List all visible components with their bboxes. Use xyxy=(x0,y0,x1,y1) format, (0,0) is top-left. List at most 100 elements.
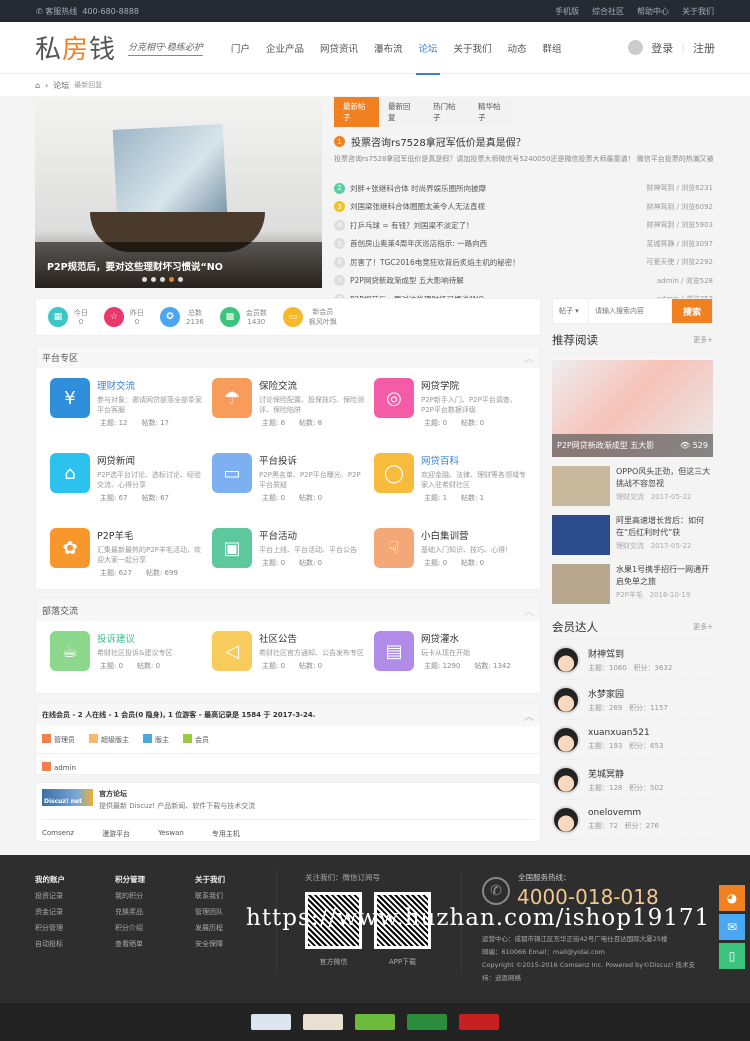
forum-name[interactable]: 社区公告 xyxy=(259,631,364,645)
avatar[interactable] xyxy=(552,645,580,674)
forum-item[interactable]: ¥ 理财交流 参与对象：邀请网贷部落全部条家平台客服 主题: 12 帖数: 17 xyxy=(50,378,212,453)
article-thumbnail[interactable] xyxy=(552,564,610,604)
slider-dot-active[interactable] xyxy=(169,277,174,282)
mobile-icon[interactable]: ▯ xyxy=(719,943,745,969)
footer-link[interactable]: 管理团队 xyxy=(195,904,225,920)
money-hand-icon[interactable]: ¥ xyxy=(50,378,90,418)
post-title[interactable]: P2P网贷新政渐成型 五大影响待解 xyxy=(350,275,464,286)
chat-icon[interactable]: ▭ xyxy=(212,453,252,493)
nav-feed[interactable]: 动态 xyxy=(508,21,527,75)
sheep-icon[interactable]: ✿ xyxy=(50,528,90,568)
speaker-icon[interactable]: ◁ xyxy=(212,631,252,671)
post-row[interactable]: 4 打乒乓球 = 有钱？刘国梁不淡定了！ 财神驾到 / 浏览5903 xyxy=(334,216,713,235)
umbrella-icon[interactable]: ☂ xyxy=(212,378,252,418)
security-badge-icon[interactable] xyxy=(355,1014,395,1030)
slider-dot[interactable] xyxy=(160,277,165,282)
nav-products[interactable]: 企业产品 xyxy=(266,21,304,75)
online-user[interactable]: admin xyxy=(42,762,76,772)
touch-icon[interactable]: ☟ xyxy=(374,528,414,568)
nav-waterfall[interactable]: 瀑布流 xyxy=(374,21,403,75)
link-community[interactable]: 综合社区 xyxy=(592,6,624,17)
footer-link[interactable]: 发展历程 xyxy=(195,920,225,936)
industry-badge-icon[interactable] xyxy=(407,1014,447,1030)
forum-item[interactable]: ☟ 小白集训营 基础入门知识、技巧、心得！ 主题: 0 帖数: 0 xyxy=(374,528,536,603)
forum-item[interactable]: ▤ 网贷灌水 玩卡从现在开始 主题: 1290 帖数: 1342 xyxy=(374,631,536,706)
nav-groups[interactable]: 群组 xyxy=(543,21,562,75)
tab-new-posts[interactable]: 最新帖子 xyxy=(334,97,379,127)
forum-item[interactable]: ◁ 社区公告 希财社区官方通知、公告发布专区 主题: 0 帖数: 0 xyxy=(212,631,374,706)
member-item[interactable]: 芜城冥静 主题：128 积分：502 xyxy=(552,760,713,800)
nav-about[interactable]: 关于我们 xyxy=(454,21,492,75)
link-item[interactable]: Comsenz xyxy=(42,829,74,839)
search-type-select[interactable]: 帖子 ▾ xyxy=(553,299,589,323)
forum-name[interactable]: 保险交流 xyxy=(259,378,364,392)
article-item[interactable]: 阿里高速增长背后：如何在“后红利时代”获 理财交流 2017-05-22 xyxy=(552,515,713,555)
article-title[interactable]: 水果1号携手招行一网通开启免单之旅 xyxy=(616,564,713,588)
collapse-icon[interactable]: ︿ xyxy=(524,350,534,365)
footer-link[interactable]: 安全保障 xyxy=(195,936,225,952)
coffee-icon[interactable]: ☕ xyxy=(50,631,90,671)
featured-article[interactable]: P2P网贷新政渐成型 五大影 👁 529 xyxy=(552,360,713,457)
tab-hot-posts[interactable]: 热门帖子 xyxy=(424,97,469,127)
finance-badge-icon[interactable] xyxy=(459,1014,499,1030)
recommend-more-link[interactable]: 更多+ xyxy=(693,335,713,345)
link-mobile[interactable]: 手机版 xyxy=(555,6,579,17)
forum-item[interactable]: ◯ 网贷百科 欢迎金融、法律、理财等各领域专家入驻希财社区 主题: 1 帖数: 1 xyxy=(374,453,536,528)
top-post-title[interactable]: 投票咨询rs7528拿冠军低价是真是假？ xyxy=(351,134,526,149)
post-title[interactable]: 刘国梁张继科合体圈圈太美令人无法直视 xyxy=(350,201,485,212)
footer-link[interactable]: 投资记录 xyxy=(35,888,65,904)
member-name[interactable]: 水梦家园 xyxy=(588,687,668,700)
nav-forum[interactable]: 论坛 xyxy=(416,21,440,75)
register-link[interactable]: 注册 xyxy=(693,40,715,56)
post-title[interactable]: 打乒乓球 = 有钱？刘国梁不淡定了！ xyxy=(350,220,474,231)
footer-link[interactable]: 自动投标 xyxy=(35,936,65,952)
qq-icon[interactable]: ◕ xyxy=(719,885,745,911)
forum-name[interactable]: 小白集训营 xyxy=(421,528,526,542)
avatar[interactable] xyxy=(552,725,580,754)
member-item[interactable]: 水梦家园 主题：269 积分：1157 xyxy=(552,680,713,720)
member-item[interactable]: onelovemm 主题：72 积分：276 xyxy=(552,800,713,840)
post-title[interactable]: 厉害了！TGC2016电竞狂欢背后炙焰主机的秘密！ xyxy=(350,257,520,268)
article-item[interactable]: OPPO风头正劲，但这三大挑战不容忽视 理财交流 2017-05-22 xyxy=(552,466,713,506)
post-title[interactable]: 刘胖+张继科合体 时尚界娱乐圈所向披靡 xyxy=(350,183,486,194)
home-icon[interactable]: ⌂ xyxy=(35,81,40,90)
footer-link[interactable]: 积分管理 xyxy=(35,920,65,936)
link-item[interactable]: 漫游平台 xyxy=(102,829,130,839)
avatar[interactable] xyxy=(552,805,580,834)
forum-item[interactable]: ✿ P2P羊毛 汇集最新最热的P2P羊毛活动，欢迎大家一起分享 主题: 627 帖数: … xyxy=(50,528,212,603)
article-thumbnail[interactable] xyxy=(552,515,610,555)
forum-item[interactable]: ⌂ 网贷新闻 P2P选平台讨论、选标讨论、经验交流、心得分享 主题: 67 帖数: 67 xyxy=(50,453,212,528)
article-category[interactable]: 理财交流 xyxy=(616,493,644,501)
slider-dot[interactable] xyxy=(178,277,183,282)
footer-link[interactable]: 资金记录 xyxy=(35,904,65,920)
slider-dot[interactable] xyxy=(142,277,147,282)
forum-item[interactable]: ☂ 保险交流 讨论保险配置、投保技巧、保险测评、保险陷阱 主题: 6 帖数: 8 xyxy=(212,378,374,453)
member-name[interactable]: onelovemm xyxy=(588,808,659,818)
collapse-icon[interactable]: ︿ xyxy=(524,603,534,618)
card-icon[interactable]: ▤ xyxy=(374,631,414,671)
search-input[interactable] xyxy=(589,299,672,323)
article-thumbnail[interactable] xyxy=(552,466,610,506)
forum-name[interactable]: P2P羊毛 xyxy=(97,528,202,542)
wechat-icon[interactable]: ✉ xyxy=(719,914,745,940)
forum-name[interactable]: 网贷学院 xyxy=(421,378,526,392)
member-item[interactable]: xuanxuan521 主题：193 积分：653 xyxy=(552,720,713,760)
member-name[interactable]: 财神驾到 xyxy=(588,647,672,660)
avatar[interactable] xyxy=(552,765,580,794)
article-category[interactable]: 理财交流 xyxy=(616,542,644,550)
forum-name[interactable]: 网贷新闻 xyxy=(97,453,202,467)
members-more-link[interactable]: 更多+ xyxy=(693,622,713,632)
post-row[interactable]: 6 厉害了！TGC2016电竞狂欢背后炙焰主机的秘密！ 可爱天使 / 浏览2292 xyxy=(334,253,713,272)
search-button[interactable]: 搜索 xyxy=(672,299,712,323)
link-title[interactable]: 官方论坛 xyxy=(99,789,255,799)
footer-link[interactable]: 兑换奖品 xyxy=(115,904,145,920)
post-row[interactable]: 7 P2P网贷新政渐成型 五大影响待解 admin / 浏览528 xyxy=(334,272,713,291)
footer-link[interactable]: 我的积分 xyxy=(115,888,145,904)
target-icon[interactable]: ◎ xyxy=(374,378,414,418)
member-name[interactable]: 芜城冥静 xyxy=(588,767,663,780)
member-name[interactable]: xuanxuan521 xyxy=(588,728,663,738)
article-item[interactable]: 水果1号携手招行一网通开启免单之旅 P2P羊毛 2016-10-19 xyxy=(552,564,713,604)
discuz-logo[interactable]: Discuz! net xyxy=(42,789,93,806)
nav-news[interactable]: 网贷资讯 xyxy=(320,21,358,75)
forum-item[interactable]: ▭ 平台投诉 P2P黑名单、P2P平台曝光、P2P平台质疑 主题: 0 帖数: 0 xyxy=(212,453,374,528)
